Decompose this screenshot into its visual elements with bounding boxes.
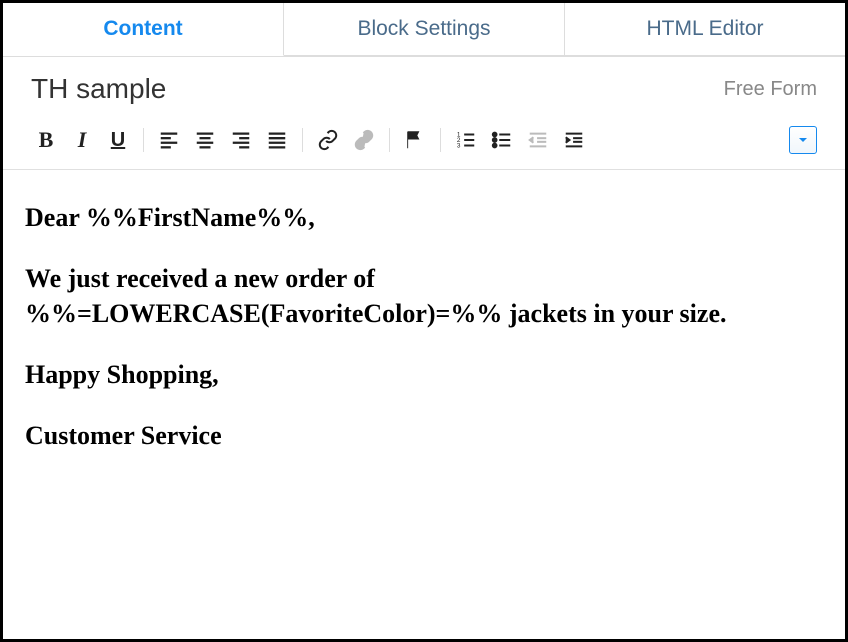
editor-tabs: Content Block Settings HTML Editor [3, 3, 845, 57]
block-type-label: Free Form [724, 78, 817, 101]
indent-button[interactable] [559, 125, 589, 155]
unlink-icon [353, 129, 375, 151]
toolbar-separator [440, 128, 441, 152]
flag-icon [404, 129, 426, 151]
italic-icon: I [78, 127, 87, 153]
flag-button[interactable] [400, 125, 430, 155]
content-paragraph: Happy Shopping, [25, 357, 823, 392]
content-editor[interactable]: Dear %%FirstName%%, We just received a n… [3, 170, 845, 509]
ordered-list-button[interactable]: 123 [451, 125, 481, 155]
block-title: TH sample [31, 73, 166, 105]
underline-icon: U [111, 129, 125, 152]
ordered-list-icon: 123 [455, 129, 477, 151]
align-center-button[interactable] [190, 125, 220, 155]
align-center-icon [194, 129, 216, 151]
underline-button[interactable]: U [103, 125, 133, 155]
toolbar-separator [389, 128, 390, 152]
chevron-down-icon [795, 132, 811, 148]
tab-html-editor[interactable]: HTML Editor [565, 3, 845, 56]
unordered-list-button[interactable] [487, 125, 517, 155]
indent-icon [563, 129, 585, 151]
outdent-icon [527, 129, 549, 151]
tab-block-settings[interactable]: Block Settings [284, 3, 565, 56]
formatting-toolbar: B I U [3, 117, 845, 170]
align-right-icon [230, 129, 252, 151]
align-justify-icon [266, 129, 288, 151]
unlink-button[interactable] [349, 125, 379, 155]
bold-icon: B [39, 127, 54, 153]
outdent-button[interactable] [523, 125, 553, 155]
link-button[interactable] [313, 125, 343, 155]
toolbar-separator [302, 128, 303, 152]
more-tools-button[interactable] [789, 126, 817, 154]
align-left-icon [158, 129, 180, 151]
align-left-button[interactable] [154, 125, 184, 155]
content-paragraph: We just received a new order of %%=LOWER… [25, 261, 823, 331]
content-paragraph: Customer Service [25, 418, 823, 453]
toolbar-separator [143, 128, 144, 152]
tab-content[interactable]: Content [3, 3, 284, 56]
content-paragraph: Dear %%FirstName%%, [25, 200, 823, 235]
block-header: TH sample Free Form [3, 57, 845, 117]
link-icon [317, 129, 339, 151]
align-right-button[interactable] [226, 125, 256, 155]
svg-text:3: 3 [457, 142, 461, 149]
align-justify-button[interactable] [262, 125, 292, 155]
bold-button[interactable]: B [31, 125, 61, 155]
unordered-list-icon [491, 129, 513, 151]
italic-button[interactable]: I [67, 125, 97, 155]
